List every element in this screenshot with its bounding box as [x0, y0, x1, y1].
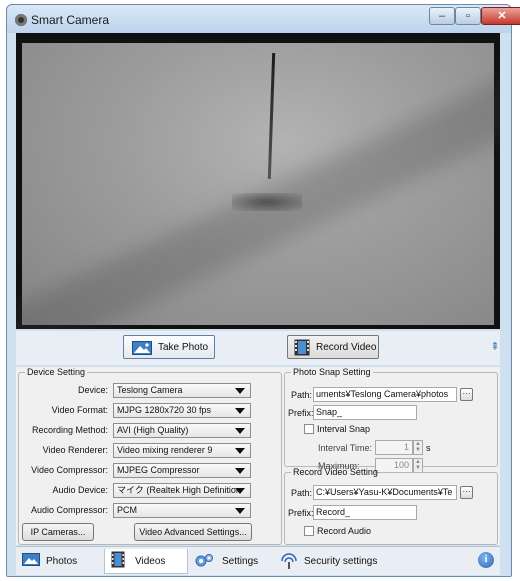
capture-toolbar: Take Photo Record Video ⇞ [16, 331, 500, 365]
device-select[interactable]: Teslong Camera [113, 383, 251, 398]
record-prefix-label: Prefix: [288, 508, 314, 518]
interval-snap-checkbox[interactable] [304, 424, 314, 434]
recording-method-value: AVI (High Quality) [117, 425, 189, 435]
dropdown-arrow-icon [235, 448, 245, 454]
preview-needle [267, 52, 276, 180]
dropdown-arrow-icon [235, 408, 245, 414]
video-format-value: MJPG 1280x720 30 fps [117, 405, 212, 415]
close-button[interactable]: ✕ [481, 7, 520, 25]
minimize-button[interactable]: – [429, 7, 455, 25]
camera-app-icon [15, 14, 27, 26]
video-renderer-select[interactable]: Video mixing renderer 9 [113, 443, 251, 458]
title-bar[interactable]: Smart Camera – ▫ ✕ [7, 5, 520, 33]
dropdown-arrow-icon [235, 468, 245, 474]
photo-snap-legend: Photo Snap Setting [293, 367, 371, 377]
photo-path-browse-button[interactable]: ··· [460, 388, 473, 401]
ip-cameras-button[interactable]: IP Cameras... [22, 523, 94, 541]
audio-device-label: Audio Device: [52, 485, 108, 495]
tab-photos[interactable]: Photos [16, 549, 100, 573]
video-renderer-label: Video Renderer: [42, 445, 108, 455]
tab-videos-label: Videos [135, 556, 166, 567]
tab-settings-label: Settings [222, 556, 259, 567]
photo-prefix-label: Prefix: [288, 408, 314, 418]
record-path-browse-button[interactable]: ··· [460, 486, 473, 499]
device-value: Teslong Camera [117, 385, 183, 395]
record-prefix-field[interactable]: Record_ [313, 505, 417, 520]
tab-security-settings[interactable]: Security settings [274, 549, 404, 573]
antenna-icon [280, 553, 298, 573]
collapse-panel-icon[interactable]: ⇞ [488, 339, 502, 355]
recording-method-select[interactable]: AVI (High Quality) [113, 423, 251, 438]
camera-preview [16, 33, 500, 329]
preview-image [16, 43, 500, 329]
tab-videos[interactable]: Videos [104, 549, 188, 574]
audio-compressor-value: PCM [117, 505, 137, 515]
settings-panel: Device Setting Device: Teslong Camera Vi… [16, 367, 500, 545]
audio-compressor-select[interactable]: PCM [113, 503, 251, 518]
interval-time-field[interactable]: 1 [375, 440, 413, 455]
video-advanced-settings-button[interactable]: Video Advanced Settings... [134, 523, 252, 541]
video-compressor-select[interactable]: MJPEG Compressor [113, 463, 251, 478]
photo-prefix-field[interactable]: Snap_ [313, 405, 417, 420]
gears-icon [194, 553, 214, 572]
bottom-tab-bar: Photos Videos Settings Security settings… [16, 546, 500, 575]
interval-time-spinner[interactable]: ▲ ▼ [413, 440, 423, 455]
photos-icon [22, 553, 40, 569]
preview-stain [232, 193, 302, 211]
device-label: Device: [77, 385, 108, 395]
interval-unit-label: s [426, 443, 431, 453]
video-format-label: Video Format: [51, 405, 108, 415]
interval-time-label: Interval Time: [318, 443, 373, 453]
record-path-field[interactable]: C:¥Users¥Yasu-K¥Documents¥Te [313, 485, 457, 500]
videos-icon [111, 551, 125, 571]
record-video-legend: Record Video Setting [293, 467, 378, 477]
film-icon [294, 339, 310, 359]
maximize-button[interactable]: ▫ [455, 7, 481, 25]
record-audio-checkbox[interactable] [304, 526, 314, 536]
interval-snap-label: Interval Snap [317, 424, 371, 434]
record-audio-label: Record Audio [317, 526, 372, 536]
window-title: Smart Camera [31, 13, 110, 27]
dropdown-arrow-icon [235, 428, 245, 434]
photo-path-field[interactable]: uments¥Teslong Camera¥photos [313, 387, 457, 402]
dropdown-arrow-icon [235, 508, 245, 514]
tab-photos-label: Photos [46, 556, 78, 567]
photo-path-label: Path: [291, 390, 313, 400]
dropdown-arrow-icon [235, 388, 245, 394]
audio-device-select[interactable]: マイク (Realtek High Definition [113, 483, 251, 498]
video-renderer-value: Video mixing renderer 9 [117, 445, 213, 455]
record-path-label: Path: [291, 488, 313, 498]
device-setting-legend: Device Setting [27, 367, 86, 377]
photo-icon [132, 341, 152, 358]
video-compressor-label: Video Compressor: [31, 465, 108, 475]
audio-device-value: マイク (Realtek High Definition [117, 485, 241, 495]
take-photo-label: Take Photo [158, 342, 209, 353]
recording-method-label: Recording Method: [31, 425, 108, 435]
info-icon[interactable]: i [478, 552, 494, 568]
app-window: Smart Camera – ▫ ✕ Take Photo Record Vid… [6, 4, 520, 577]
take-photo-button[interactable]: Take Photo [123, 335, 215, 359]
record-video-label: Record Video [316, 342, 377, 353]
tab-settings[interactable]: Settings [188, 549, 272, 573]
video-compressor-value: MJPEG Compressor [117, 465, 200, 475]
tab-security-settings-label: Security settings [304, 556, 378, 567]
record-video-button[interactable]: Record Video [287, 335, 379, 359]
audio-compressor-label: Audio Compressor: [30, 505, 108, 515]
video-format-select[interactable]: MJPG 1280x720 30 fps [113, 403, 251, 418]
dropdown-arrow-icon [235, 488, 245, 494]
